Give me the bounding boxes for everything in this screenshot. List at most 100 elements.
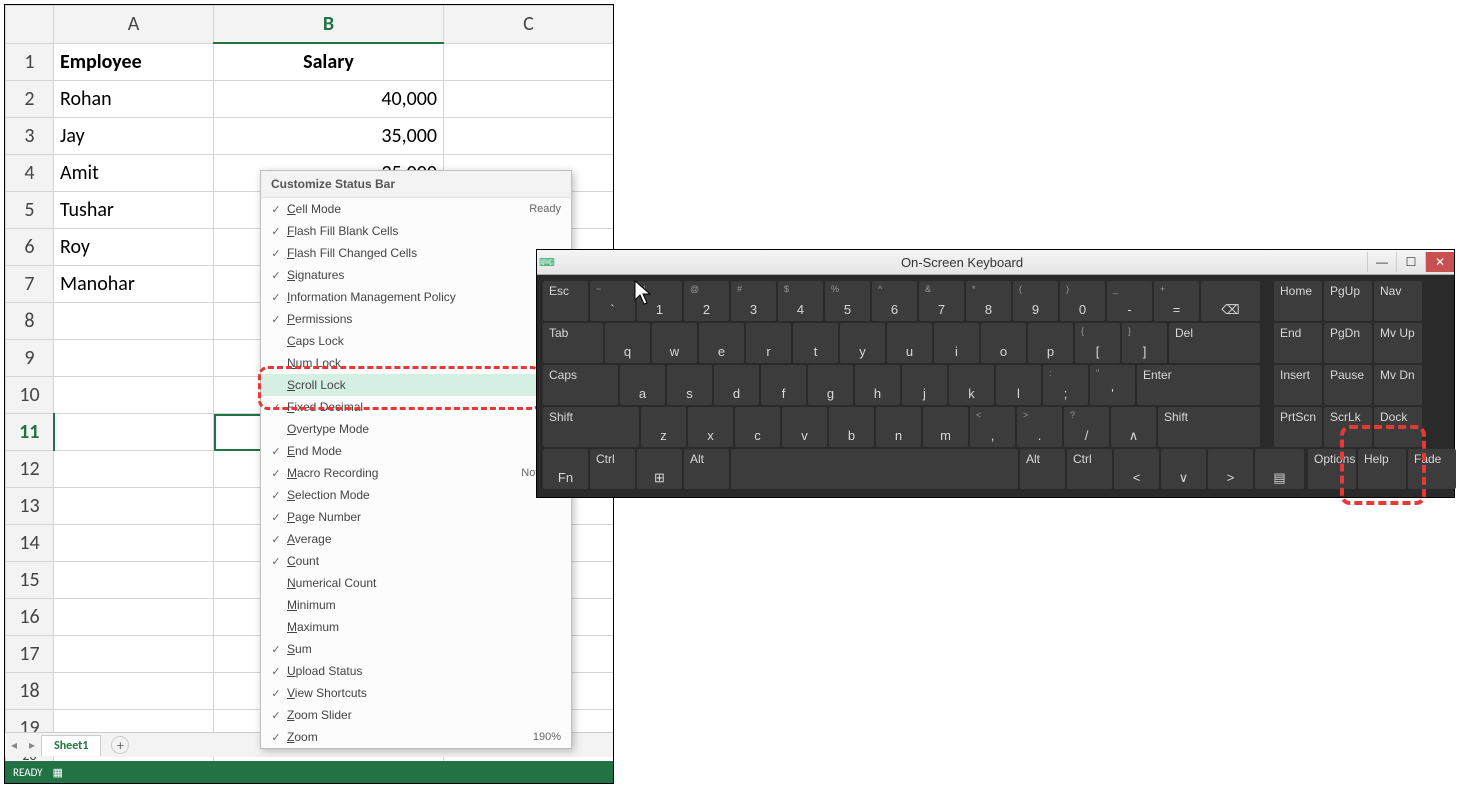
minimize-button[interactable]: —: [1367, 252, 1396, 272]
menu-item-overtype-mode[interactable]: Overtype Mode: [261, 418, 571, 440]
maximize-button[interactable]: ☐: [1396, 252, 1425, 272]
cell[interactable]: Amit: [54, 155, 214, 192]
key-fade[interactable]: Fade: [1408, 449, 1456, 489]
cell[interactable]: Jay: [54, 118, 214, 155]
key-[interactable]: ~`: [590, 281, 635, 321]
key-space[interactable]: [731, 449, 1018, 489]
key-fn[interactable]: Fn: [543, 449, 588, 489]
key-b[interactable]: b: [829, 407, 874, 447]
key-g[interactable]: g: [808, 365, 853, 405]
key-q[interactable]: q: [605, 323, 650, 363]
cell[interactable]: [54, 414, 214, 451]
menu-item-end-mode[interactable]: ✓End Mode: [261, 440, 571, 462]
menu-item-scroll-lock[interactable]: Scroll Lock: [261, 374, 571, 396]
key-d[interactable]: d: [714, 365, 759, 405]
key-k[interactable]: k: [949, 365, 994, 405]
key-r[interactable]: r: [746, 323, 791, 363]
key-caps[interactable]: Caps: [543, 365, 618, 405]
key-n[interactable]: n: [876, 407, 921, 447]
key-help[interactable]: Help: [1358, 449, 1406, 489]
cell[interactable]: 40,000: [214, 81, 444, 118]
key-shift[interactable]: Shift: [543, 407, 639, 447]
key-ctrl[interactable]: Ctrl: [590, 449, 635, 489]
menu-item-view-shortcuts[interactable]: ✓View Shortcuts: [261, 682, 571, 704]
key-3[interactable]: #3: [731, 281, 776, 321]
key-home[interactable]: Home: [1274, 281, 1322, 321]
cell[interactable]: [54, 377, 214, 414]
cell[interactable]: Roy: [54, 229, 214, 266]
key-6[interactable]: ^6: [872, 281, 917, 321]
key-options[interactable]: Options: [1308, 449, 1356, 489]
menu-item-zoom-slider[interactable]: ✓Zoom Slider: [261, 704, 571, 726]
add-sheet-button[interactable]: +: [111, 736, 129, 754]
key-mvdn[interactable]: Mv Dn: [1374, 365, 1422, 405]
cell[interactable]: [54, 525, 214, 562]
key-[interactable]: ?/: [1064, 407, 1109, 447]
key-[interactable]: <,: [970, 407, 1015, 447]
cell[interactable]: [54, 303, 214, 340]
osk-titlebar[interactable]: ⌨ On-Screen Keyboard — ☐ ✕: [537, 250, 1454, 275]
row-header[interactable]: 13: [6, 488, 54, 525]
key-[interactable]: ⌫: [1201, 281, 1260, 321]
key-[interactable]: :;: [1043, 365, 1088, 405]
col-header-c[interactable]: C: [444, 6, 614, 44]
row-header[interactable]: 16: [6, 599, 54, 636]
key-insert[interactable]: Insert: [1274, 365, 1322, 405]
row-header[interactable]: 14: [6, 525, 54, 562]
menu-item-flash-fill-blank-cells[interactable]: ✓Flash Fill Blank Cells: [261, 220, 571, 242]
menu-item-information-management-policy[interactable]: ✓Information Management Policy: [261, 286, 571, 308]
key-esc[interactable]: Esc: [543, 281, 588, 321]
menu-item-macro-recording[interactable]: ✓Macro RecordingNot Rec: [261, 462, 571, 484]
menu-item-selection-mode[interactable]: ✓Selection Mode: [261, 484, 571, 506]
menu-item-maximum[interactable]: Maximum: [261, 616, 571, 638]
cell[interactable]: [54, 488, 214, 525]
key-c[interactable]: c: [735, 407, 780, 447]
key-s[interactable]: s: [667, 365, 712, 405]
key-mvup[interactable]: Mv Up: [1374, 323, 1422, 363]
row-header[interactable]: 3: [6, 118, 54, 155]
menu-item-permissions[interactable]: ✓Permissions: [261, 308, 571, 330]
menu-item-num-lock[interactable]: Num Lock: [261, 352, 571, 374]
key-alt[interactable]: Alt: [684, 449, 729, 489]
row-header[interactable]: 9: [6, 340, 54, 377]
key-end[interactable]: End: [1274, 323, 1322, 363]
key-[interactable]: }]: [1122, 323, 1167, 363]
key-[interactable]: ∨: [1161, 449, 1206, 489]
key-del[interactable]: Del: [1169, 323, 1260, 363]
key-[interactable]: "': [1090, 365, 1135, 405]
key-v[interactable]: v: [782, 407, 827, 447]
key-scrlk[interactable]: ScrLk: [1324, 407, 1372, 447]
close-button[interactable]: ✕: [1425, 252, 1454, 272]
key-f[interactable]: f: [761, 365, 806, 405]
key-x[interactable]: x: [688, 407, 733, 447]
row-header[interactable]: 12: [6, 451, 54, 488]
key-[interactable]: <: [1114, 449, 1159, 489]
key-ctrl[interactable]: Ctrl: [1067, 449, 1112, 489]
key-shift[interactable]: Shift: [1158, 407, 1260, 447]
row-header[interactable]: 8: [6, 303, 54, 340]
sheet-tab[interactable]: Sheet1: [41, 735, 101, 756]
key-[interactable]: ⊞: [637, 449, 682, 489]
menu-item-average[interactable]: ✓Average: [261, 528, 571, 550]
menu-item-sum[interactable]: ✓Sum: [261, 638, 571, 660]
menu-item-signatures[interactable]: ✓Signatures: [261, 264, 571, 286]
key-enter[interactable]: Enter: [1137, 365, 1260, 405]
row-header[interactable]: 5: [6, 192, 54, 229]
key-9[interactable]: (9: [1013, 281, 1058, 321]
row-header[interactable]: 1: [6, 43, 54, 81]
cell[interactable]: [54, 340, 214, 377]
key-i[interactable]: i: [934, 323, 979, 363]
cell[interactable]: [444, 81, 614, 118]
row-header[interactable]: 10: [6, 377, 54, 414]
row-header[interactable]: 11: [6, 414, 54, 451]
on-screen-keyboard-window[interactable]: ⌨ On-Screen Keyboard — ☐ ✕ Esc~`!1@2#3$4…: [536, 249, 1455, 498]
key-j[interactable]: j: [902, 365, 947, 405]
menu-item-minimum[interactable]: Minimum: [261, 594, 571, 616]
menu-item-count[interactable]: ✓Count: [261, 550, 571, 572]
key-pgup[interactable]: PgUp: [1324, 281, 1372, 321]
col-header-b[interactable]: B: [214, 6, 444, 44]
key-nav[interactable]: Nav: [1374, 281, 1422, 321]
key-h[interactable]: h: [855, 365, 900, 405]
cell[interactable]: [54, 673, 214, 710]
key-u[interactable]: u: [887, 323, 932, 363]
